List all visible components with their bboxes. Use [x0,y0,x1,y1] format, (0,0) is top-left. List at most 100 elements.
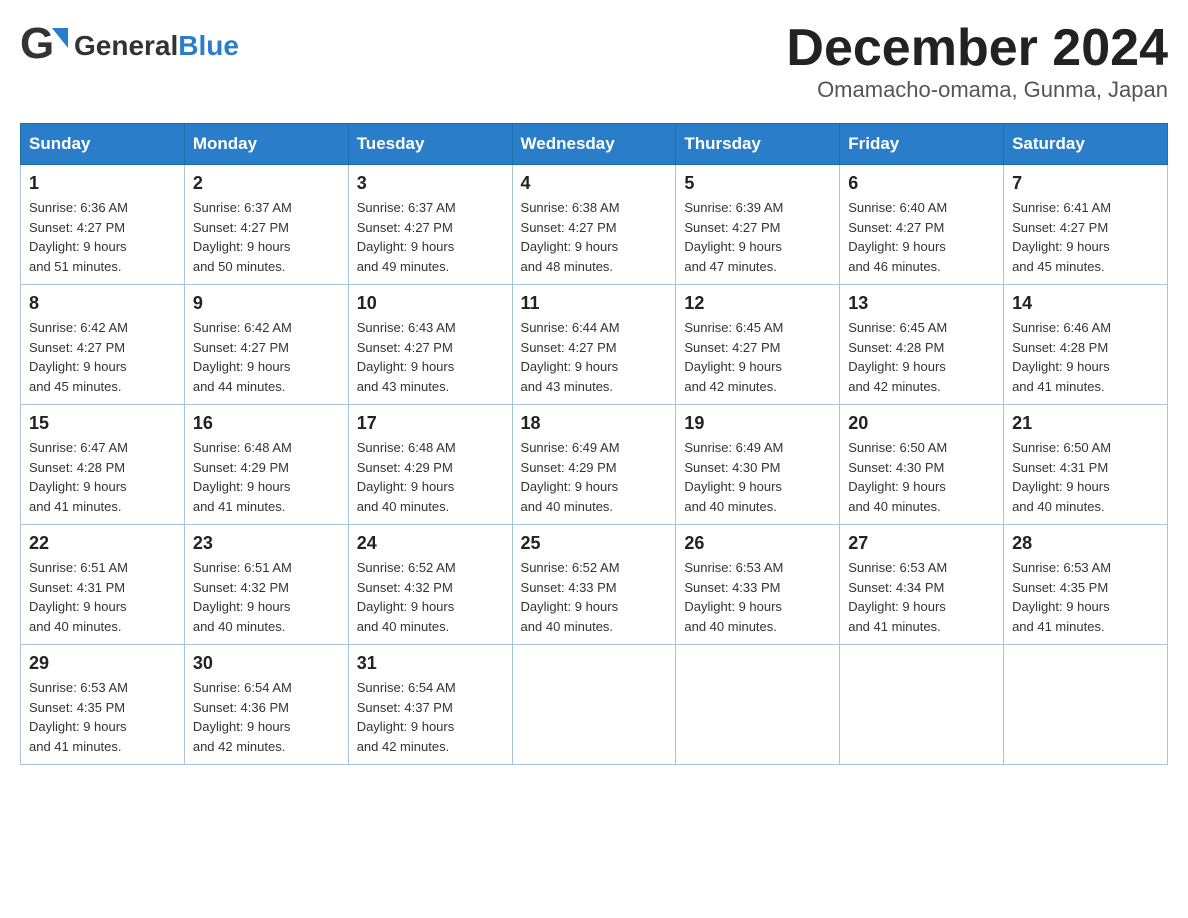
day-number: 19 [684,413,831,434]
day-info: Sunrise: 6:54 AMSunset: 4:36 PMDaylight:… [193,678,340,756]
day-info: Sunrise: 6:43 AMSunset: 4:27 PMDaylight:… [357,318,504,396]
calendar-cell: 24 Sunrise: 6:52 AMSunset: 4:32 PMDayligh… [348,525,512,645]
calendar-cell: 2 Sunrise: 6:37 AMSunset: 4:27 PMDaylight… [184,165,348,285]
day-number: 1 [29,173,176,194]
calendar-cell: 14 Sunrise: 6:46 AMSunset: 4:28 PMDayligh… [1004,285,1168,405]
calendar-cell: 21 Sunrise: 6:50 AMSunset: 4:31 PMDayligh… [1004,405,1168,525]
day-number: 8 [29,293,176,314]
day-number: 10 [357,293,504,314]
day-number: 7 [1012,173,1159,194]
day-number: 2 [193,173,340,194]
day-info: Sunrise: 6:53 AMSunset: 4:34 PMDaylight:… [848,558,995,636]
header-tuesday: Tuesday [348,124,512,165]
calendar-week-4: 22 Sunrise: 6:51 AMSunset: 4:31 PMDayligh… [21,525,1168,645]
day-number: 31 [357,653,504,674]
day-number: 28 [1012,533,1159,554]
day-number: 25 [521,533,668,554]
calendar-cell: 3Sunrise: 6:37 AMSunset: 4:27 PMDaylight… [348,165,512,285]
day-info: Sunrise: 6:45 AMSunset: 4:28 PMDaylight:… [848,318,995,396]
day-number: 9 [193,293,340,314]
day-number: 30 [193,653,340,674]
day-info: Sunrise: 6:50 AMSunset: 4:30 PMDaylight:… [848,438,995,516]
day-info: Sunrise: 6:49 AMSunset: 4:30 PMDaylight:… [684,438,831,516]
header-thursday: Thursday [676,124,840,165]
day-number: 14 [1012,293,1159,314]
day-info: Sunrise: 6:50 AMSunset: 4:31 PMDaylight:… [1012,438,1159,516]
logo: G GeneralBlue [20,20,239,72]
day-number: 21 [1012,413,1159,434]
calendar-week-1: 1Sunrise: 6:36 AMSunset: 4:27 PMDaylight… [21,165,1168,285]
day-info: Sunrise: 6:52 AMSunset: 4:32 PMDaylight:… [357,558,504,636]
calendar-cell: 17 Sunrise: 6:48 AMSunset: 4:29 PMDayligh… [348,405,512,525]
day-number: 12 [684,293,831,314]
day-number: 4 [521,173,668,194]
calendar-cell: 9 Sunrise: 6:42 AMSunset: 4:27 PMDaylight… [184,285,348,405]
day-info: Sunrise: 6:52 AMSunset: 4:33 PMDaylight:… [521,558,668,636]
day-number: 18 [521,413,668,434]
day-info: Sunrise: 6:53 AMSunset: 4:35 PMDaylight:… [1012,558,1159,636]
calendar-cell [840,645,1004,765]
day-info: Sunrise: 6:47 AMSunset: 4:28 PMDaylight:… [29,438,176,516]
header-monday: Monday [184,124,348,165]
calendar-header-row: SundayMondayTuesdayWednesdayThursdayFrid… [21,124,1168,165]
day-info: Sunrise: 6:46 AMSunset: 4:28 PMDaylight:… [1012,318,1159,396]
day-number: 26 [684,533,831,554]
calendar-cell: 1Sunrise: 6:36 AMSunset: 4:27 PMDaylight… [21,165,185,285]
day-info: Sunrise: 6:53 AMSunset: 4:35 PMDaylight:… [29,678,176,756]
month-title: December 2024 [786,20,1168,77]
calendar-week-3: 15 Sunrise: 6:47 AMSunset: 4:28 PMDayligh… [21,405,1168,525]
calendar-cell: 25 Sunrise: 6:52 AMSunset: 4:33 PMDayligh… [512,525,676,645]
calendar-cell: 4 Sunrise: 6:38 AMSunset: 4:27 PMDaylight… [512,165,676,285]
day-info: Sunrise: 6:48 AMSunset: 4:29 PMDaylight:… [193,438,340,516]
day-number: 27 [848,533,995,554]
day-number: 20 [848,413,995,434]
calendar-cell: 19 Sunrise: 6:49 AMSunset: 4:30 PMDayligh… [676,405,840,525]
title-block: December 2024 Omamacho-omama, Gunma, Jap… [786,20,1168,103]
day-number: 22 [29,533,176,554]
day-info: Sunrise: 6:49 AMSunset: 4:29 PMDaylight:… [521,438,668,516]
calendar-cell: 15 Sunrise: 6:47 AMSunset: 4:28 PMDayligh… [21,405,185,525]
day-info: Sunrise: 6:53 AMSunset: 4:33 PMDaylight:… [684,558,831,636]
day-number: 24 [357,533,504,554]
calendar-cell: 30 Sunrise: 6:54 AMSunset: 4:36 PMDayligh… [184,645,348,765]
calendar-cell: 8Sunrise: 6:42 AMSunset: 4:27 PMDaylight… [21,285,185,405]
day-info: Sunrise: 6:39 AMSunset: 4:27 PMDaylight:… [684,198,831,276]
calendar-week-5: 29 Sunrise: 6:53 AMSunset: 4:35 PMDayligh… [21,645,1168,765]
calendar-cell: 5 Sunrise: 6:39 AMSunset: 4:27 PMDaylight… [676,165,840,285]
calendar-cell [512,645,676,765]
day-info: Sunrise: 6:54 AMSunset: 4:37 PMDaylight:… [357,678,504,756]
header-friday: Friday [840,124,1004,165]
page-header: G GeneralBlue December 2024 Omamacho-oma… [20,20,1168,103]
calendar-cell: 10 Sunrise: 6:43 AMSunset: 4:27 PMDayligh… [348,285,512,405]
day-number: 15 [29,413,176,434]
calendar-cell: 22 Sunrise: 6:51 AMSunset: 4:31 PMDayligh… [21,525,185,645]
day-info: Sunrise: 6:37 AMSunset: 4:27 PMDaylight:… [357,198,504,276]
day-number: 29 [29,653,176,674]
day-info: Sunrise: 6:42 AMSunset: 4:27 PMDaylight:… [193,318,340,396]
svg-text:G: G [20,20,54,68]
day-info: Sunrise: 6:37 AMSunset: 4:27 PMDaylight:… [193,198,340,276]
logo-blue-text: Blue [178,30,239,61]
calendar-cell [1004,645,1168,765]
calendar-cell: 6Sunrise: 6:40 AMSunset: 4:27 PMDaylight… [840,165,1004,285]
day-info: Sunrise: 6:48 AMSunset: 4:29 PMDaylight:… [357,438,504,516]
header-wednesday: Wednesday [512,124,676,165]
calendar-cell: 29 Sunrise: 6:53 AMSunset: 4:35 PMDayligh… [21,645,185,765]
day-info: Sunrise: 6:40 AMSunset: 4:27 PMDaylight:… [848,198,995,276]
calendar-cell: 11Sunrise: 6:44 AMSunset: 4:27 PMDayligh… [512,285,676,405]
header-sunday: Sunday [21,124,185,165]
calendar-cell: 12 Sunrise: 6:45 AMSunset: 4:27 PMDayligh… [676,285,840,405]
day-info: Sunrise: 6:45 AMSunset: 4:27 PMDaylight:… [684,318,831,396]
day-number: 17 [357,413,504,434]
day-info: Sunrise: 6:51 AMSunset: 4:31 PMDaylight:… [29,558,176,636]
day-number: 11 [521,293,668,314]
calendar-cell: 26 Sunrise: 6:53 AMSunset: 4:33 PMDayligh… [676,525,840,645]
calendar-cell: 28 Sunrise: 6:53 AMSunset: 4:35 PMDayligh… [1004,525,1168,645]
calendar-table: SundayMondayTuesdayWednesdayThursdayFrid… [20,123,1168,765]
calendar-cell: 27 Sunrise: 6:53 AMSunset: 4:34 PMDayligh… [840,525,1004,645]
day-number: 13 [848,293,995,314]
day-info: Sunrise: 6:38 AMSunset: 4:27 PMDaylight:… [521,198,668,276]
day-number: 5 [684,173,831,194]
calendar-cell: 20 Sunrise: 6:50 AMSunset: 4:30 PMDayligh… [840,405,1004,525]
day-info: Sunrise: 6:41 AMSunset: 4:27 PMDaylight:… [1012,198,1159,276]
